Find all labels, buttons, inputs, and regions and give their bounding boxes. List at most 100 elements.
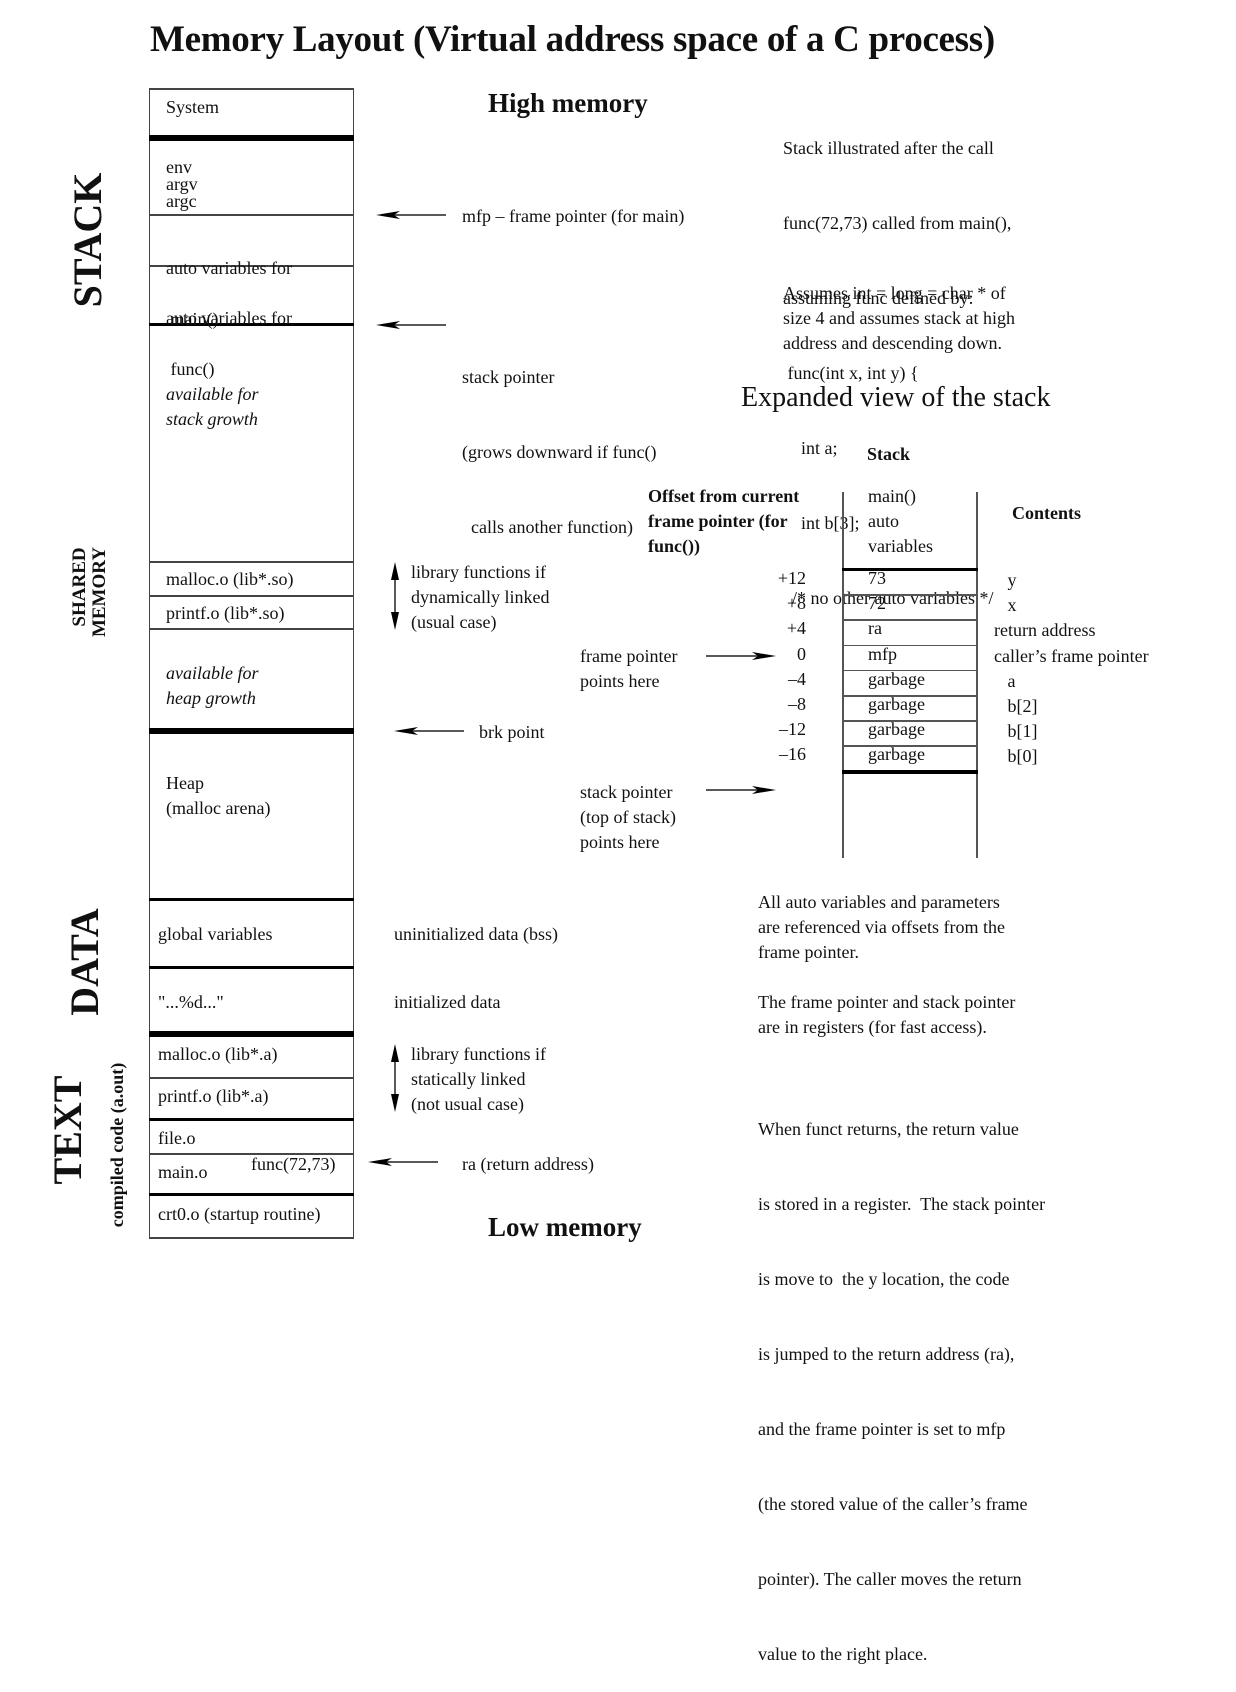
divider bbox=[149, 1077, 354, 1079]
low-memory-label: Low memory bbox=[488, 1212, 642, 1242]
data-section-label: DATA bbox=[62, 908, 107, 1016]
registers-note: The frame pointer and stack pointer are … bbox=[758, 990, 1015, 1040]
divider bbox=[149, 728, 354, 734]
init-data-annotation: initialized data bbox=[394, 992, 501, 1012]
sp-label-line: (top of stack) bbox=[580, 807, 676, 827]
stack-row-value: garbage bbox=[868, 694, 925, 714]
note-line: When funct returns, the return value bbox=[758, 1119, 1019, 1139]
stack-row-value: mfp bbox=[868, 643, 897, 664]
assumes-line: Assumes int = long = char * of bbox=[783, 283, 1006, 303]
stack-row-divider bbox=[842, 619, 978, 621]
heap-line1: Heap bbox=[166, 773, 204, 793]
divider bbox=[149, 1118, 354, 1121]
stack-row-value: garbage bbox=[868, 744, 925, 765]
offset-header-line: frame pointer (for bbox=[648, 511, 788, 531]
segment-format-string: "...%d..." bbox=[158, 992, 224, 1012]
dyn-lib-line1: library functions if bbox=[411, 562, 546, 582]
static-lib-line1: library functions if bbox=[411, 1044, 546, 1064]
note-line: are in registers (for fast access). bbox=[758, 1017, 987, 1037]
main-auto-line: auto bbox=[868, 511, 899, 531]
heap-line2: (malloc arena) bbox=[166, 798, 271, 818]
divider bbox=[149, 595, 354, 597]
sp-line3: calls another function) bbox=[462, 517, 633, 537]
static-lib-double-arrow-icon bbox=[391, 1044, 399, 1112]
segment-crt0: crt0.o (startup routine) bbox=[158, 1204, 321, 1224]
main-auto-variables: main() auto variables bbox=[868, 484, 933, 559]
stack-row-offset: +8 bbox=[786, 593, 806, 614]
heap-growth-line1: available for bbox=[166, 663, 259, 683]
sp-label-line: stack pointer bbox=[580, 782, 673, 802]
offset-header: Offset from current frame pointer (for f… bbox=[648, 484, 799, 559]
note-line: pointer). The caller moves the return bbox=[758, 1569, 1022, 1589]
sp-label-line: points here bbox=[580, 832, 660, 852]
mfp-arrow-icon bbox=[376, 211, 446, 219]
assumes-line: address and descending down. bbox=[783, 333, 1002, 353]
fp-label: frame pointer points here bbox=[580, 644, 677, 694]
auto-vars-note: All auto variables and parameters are re… bbox=[758, 890, 1005, 965]
segment-auto-func: auto variables for func() bbox=[166, 276, 292, 395]
note-line: The frame pointer and stack pointer bbox=[758, 992, 1016, 1012]
assumes-note: Assumes int = long = char * of size 4 an… bbox=[783, 281, 1015, 356]
ra-annotation: ra (return address) bbox=[462, 1154, 594, 1174]
divider bbox=[149, 898, 354, 901]
mfp-annotation: mfp – frame pointer (for main) bbox=[462, 206, 685, 226]
argc-label: argc bbox=[166, 191, 197, 211]
note-line: frame pointer. bbox=[758, 942, 859, 962]
static-lib-annotation: library functions if statically linked (… bbox=[411, 1042, 546, 1117]
main-auto-line: variables bbox=[868, 536, 933, 556]
stack-row-divider bbox=[842, 644, 978, 647]
dyn-lib-double-arrow-icon bbox=[391, 562, 399, 630]
sp-line2: (grows downward if func() bbox=[462, 442, 657, 462]
fp-arrow-icon bbox=[706, 652, 776, 660]
note-line: is move to the y location, the code bbox=[758, 1269, 1010, 1289]
dyn-lib-line3: (usual case) bbox=[411, 612, 497, 632]
sp-arrow-icon bbox=[706, 786, 776, 794]
offset-header-line: Offset from current bbox=[648, 486, 800, 506]
divider bbox=[149, 561, 354, 563]
segment-heap-growth: available for heap growth bbox=[166, 661, 259, 711]
note-line: are referenced via offsets from the bbox=[758, 917, 1006, 937]
static-lib-line3: (not usual case) bbox=[411, 1094, 524, 1114]
segment-env: env argv argc bbox=[166, 158, 198, 211]
divider bbox=[149, 1031, 354, 1037]
text-section-label: TEXT bbox=[45, 1075, 90, 1185]
note-line: (the stored value of the caller’s frame bbox=[758, 1494, 1028, 1514]
fp-label-line: points here bbox=[580, 671, 660, 691]
divider bbox=[149, 966, 354, 969]
segment-file-o: file.o bbox=[158, 1128, 196, 1148]
high-memory-label: High memory bbox=[488, 88, 648, 118]
segment-main-o: main.o bbox=[158, 1162, 208, 1182]
note-line: value to the right place. bbox=[758, 1644, 928, 1664]
divider bbox=[149, 1237, 354, 1239]
note-line: and the frame pointer is set to mfp bbox=[758, 1419, 1006, 1439]
expanded-stack-left-edge bbox=[842, 492, 844, 858]
segment-global-vars: global variables bbox=[158, 924, 273, 944]
stack-row-content: b[1] bbox=[994, 721, 1038, 742]
stack-row-offset: –8 bbox=[788, 694, 806, 714]
stack-row-value: 72 bbox=[868, 593, 886, 614]
stack-pointer-arrow-icon bbox=[376, 321, 446, 329]
stack-pointer-annotation: stack pointer (grows downward if func() … bbox=[462, 315, 656, 565]
sp-label: stack pointer (top of stack) points here bbox=[580, 780, 676, 855]
stack-row-value: 73 bbox=[868, 568, 886, 588]
stack-row-divider bbox=[842, 594, 978, 596]
offset-header-line: func()) bbox=[648, 536, 700, 556]
stack-section-label: STACK bbox=[65, 172, 110, 308]
auto-func-line2: func() bbox=[166, 359, 215, 379]
segment-printf-so: printf.o (lib*.so) bbox=[166, 603, 285, 623]
divider bbox=[149, 214, 354, 216]
segment-stack-growth: available for stack growth bbox=[166, 382, 259, 432]
stack-row-content: x bbox=[994, 595, 1017, 616]
note-line: is jumped to the return address (ra), bbox=[758, 1344, 1015, 1364]
bss-annotation: uninitialized data (bss) bbox=[394, 924, 558, 944]
stack-row-offset: +12 bbox=[777, 568, 806, 588]
stack-row-value: ra bbox=[868, 618, 882, 639]
expanded-stack-header: Stack bbox=[867, 444, 911, 464]
fp-label-line: frame pointer bbox=[580, 646, 678, 666]
stack-row-content: return address bbox=[994, 620, 1096, 641]
stack-row-content: a bbox=[994, 670, 1016, 691]
ra-arrow-icon bbox=[368, 1158, 438, 1166]
segment-func-call: func(72,73) bbox=[251, 1154, 336, 1174]
dyn-lib-line2: dynamically linked bbox=[411, 587, 550, 607]
diagram-title: Memory Layout (Virtual address space of … bbox=[150, 19, 995, 60]
